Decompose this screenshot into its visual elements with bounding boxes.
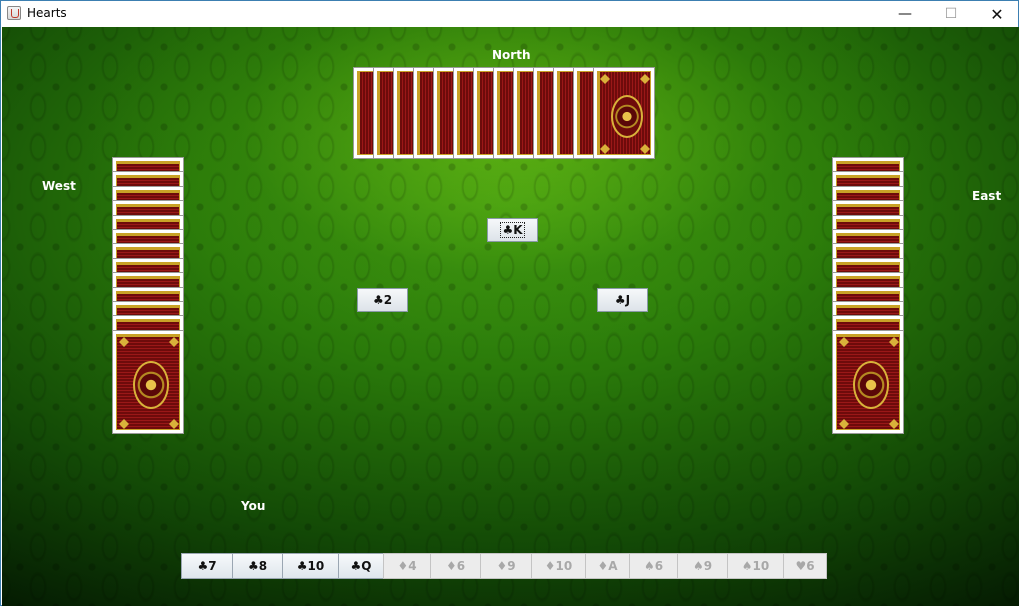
hand-card: ♦10 xyxy=(531,553,586,579)
card-back xyxy=(832,330,904,434)
hand-card-label: ♦10 xyxy=(544,559,573,573)
title-bar[interactable]: Hearts — ☐ ✕ xyxy=(1,1,1018,27)
trick-card-west-label: ♣2 xyxy=(372,293,393,307)
player-label-you: You xyxy=(241,499,266,513)
player-hand: ♣7 ♣8 ♣10 ♣Q ♦4 ♦6 ♦9 ♦10 ♦A ♠6 ♠9 ♠10 ♥6 xyxy=(181,553,827,579)
hand-card[interactable]: ♣7 xyxy=(181,553,233,579)
app-window: Hearts — ☐ ✕ North West East You ♣K ♣2 ♣… xyxy=(0,0,1019,606)
card-table: North West East You ♣K ♣2 ♣J ♣7 ♣8 ♣10 ♣Q ♦4… xyxy=(2,27,1019,606)
java-app-icon xyxy=(7,6,21,20)
trick-card-east-label: ♣J xyxy=(614,293,631,307)
hand-card[interactable]: ♣Q xyxy=(338,553,384,579)
hand-card-label: ♦A xyxy=(597,559,618,573)
close-button[interactable]: ✕ xyxy=(974,1,1019,27)
window-title: Hearts xyxy=(27,6,67,20)
maximize-button[interactable]: ☐ xyxy=(928,1,974,27)
hand-card-label: ♦4 xyxy=(397,559,417,573)
hand-card-label: ♠9 xyxy=(692,559,713,573)
card-back xyxy=(112,330,184,434)
hand-card: ♠6 xyxy=(629,553,678,579)
trick-card-north-label: ♣K xyxy=(500,222,525,238)
hand-card-label: ♠10 xyxy=(741,559,770,573)
hand-card-label: ♣8 xyxy=(247,559,268,573)
hand-card: ♠10 xyxy=(727,553,784,579)
player-label-west: West xyxy=(42,179,76,193)
player-label-north: North xyxy=(492,48,531,62)
hand-card-label: ♦9 xyxy=(496,559,516,573)
hand-card-label: ♣Q xyxy=(350,559,372,573)
minimize-button[interactable]: — xyxy=(882,1,928,27)
hand-card: ♦9 xyxy=(480,553,532,579)
player-label-east: East xyxy=(972,189,1002,203)
trick-card-east: ♣J xyxy=(597,288,648,312)
hand-card: ♦A xyxy=(585,553,630,579)
hand-card: ♦4 xyxy=(383,553,431,579)
hand-card[interactable]: ♣8 xyxy=(232,553,283,579)
hand-card-label: ♠6 xyxy=(643,559,664,573)
hand-card-label: ♣7 xyxy=(197,559,217,573)
hand-card[interactable]: ♣10 xyxy=(282,553,339,579)
card-back xyxy=(593,67,655,159)
hand-card: ♠9 xyxy=(677,553,728,579)
trick-card-west: ♣2 xyxy=(357,288,408,312)
hand-card: ♥6 xyxy=(783,553,827,579)
trick-card-north: ♣K xyxy=(487,218,538,242)
hand-card-label: ♥6 xyxy=(795,559,815,573)
hand-card-label: ♦6 xyxy=(445,559,466,573)
hand-card-label: ♣10 xyxy=(296,559,325,573)
hand-card: ♦6 xyxy=(430,553,481,579)
